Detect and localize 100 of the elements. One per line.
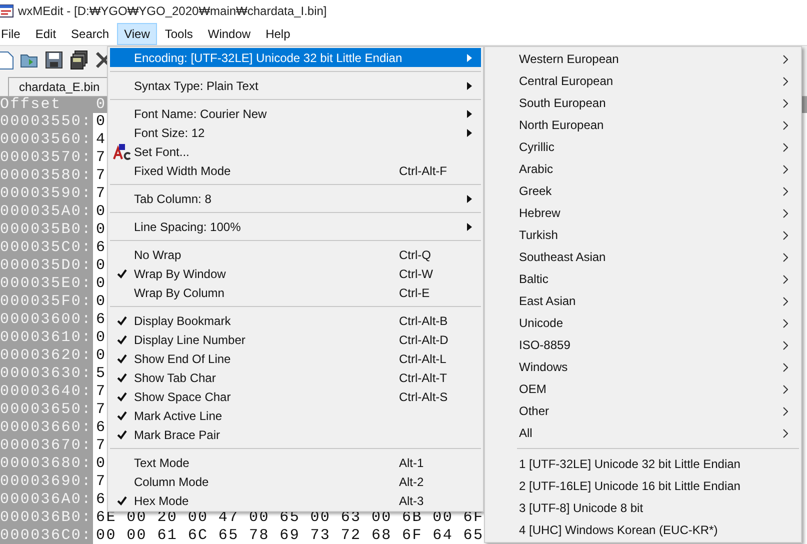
menu-item[interactable]: Fixed Width Mode Ctrl-Alt-F [110, 161, 481, 180]
menu-item[interactable]: Tab Column: 8 [110, 189, 481, 208]
shortcut-label: Ctrl-Alt-B [399, 314, 449, 328]
hex-bytes: 6 [96, 239, 106, 256]
offset-cell: 000035E0: [0, 276, 93, 292]
hex-bytes: 00 00 61 6C 65 78 69 73 72 68 6F 64 65 [96, 527, 484, 544]
menu-item[interactable]: Set Font... [110, 142, 481, 161]
offset-cell: 000035B0: [0, 222, 93, 238]
menu-item[interactable]: Mark Active Line [110, 406, 481, 425]
menu-item[interactable]: Display Line Number Ctrl-Alt-D [110, 330, 481, 349]
offset-cell: 00003590: [0, 186, 93, 202]
shortcut-label: Alt-1 [399, 456, 425, 470]
hex-bytes: 7 [96, 437, 106, 454]
menu-item[interactable]: Hex Mode Alt-3 [110, 491, 481, 510]
offset-cell: 00003620: [0, 348, 93, 364]
menu-item[interactable]: Greek [487, 180, 799, 202]
save-all-icon [69, 50, 89, 70]
offset-cell: 00003560: [0, 132, 93, 148]
menu-item[interactable]: Help [258, 22, 298, 44]
menu-item[interactable]: Window [200, 22, 258, 44]
hex-bytes: 0 [96, 275, 106, 292]
menu-item[interactable]: Font Name: Courier New [110, 104, 481, 123]
menu-item[interactable]: Search [64, 22, 116, 44]
menu-item[interactable]: Western European [487, 48, 799, 70]
menu-item[interactable]: Show End Of Line Ctrl-Alt-L [110, 349, 481, 368]
menu-item[interactable]: ISO-8859 [487, 334, 799, 356]
menu-item[interactable]: Line Spacing: 100% [110, 217, 481, 236]
hex-bytes: 4 [96, 131, 106, 148]
hex-bytes: 7 [96, 401, 106, 418]
offset-cell: 000035F0: [0, 294, 93, 310]
menu-item[interactable]: Encoding: [UTF-32LE] Unicode 32 bit Little Endian [110, 48, 481, 67]
shortcut-label: Alt-2 [399, 474, 425, 488]
offset-cell: 00003610: [0, 330, 93, 346]
menu-item[interactable]: Text Mode Alt-1 [110, 453, 481, 472]
hex-bytes: 6 [96, 311, 106, 328]
menu-item[interactable]: Wrap By Window Ctrl-W [110, 264, 481, 283]
offset-cell: 00003580: [0, 168, 93, 184]
offset-cell: 00003600: [0, 312, 93, 328]
menu-item[interactable]: Edit [28, 22, 64, 44]
menu-item[interactable]: Mark Brace Pair [110, 425, 481, 444]
shortcut-label: Ctrl-Alt-L [399, 352, 448, 366]
hex-bytes: 0 [96, 257, 106, 274]
shortcut-label: Ctrl-W [399, 266, 434, 280]
column-header: 0 [96, 97, 106, 113]
shortcut-label: Alt-3 [399, 494, 425, 508]
menu-item[interactable]: File [0, 22, 28, 44]
menu-item[interactable]: OEM [487, 378, 799, 400]
menu-item[interactable]: 1 [UTF-32LE] Unicode 32 bit Little Endian [487, 453, 799, 475]
offset-cell: 00003640: [0, 384, 93, 400]
offset-cell: 00003550: [0, 114, 93, 130]
menu-item[interactable]: South European [487, 92, 799, 114]
menu-item[interactable]: Tools [158, 22, 200, 44]
hex-bytes: 7 [96, 149, 106, 166]
shortcut-label: Ctrl-E [399, 286, 431, 300]
hex-bytes: 0 [96, 203, 106, 220]
menu-item[interactable]: Central European [487, 70, 799, 92]
menu-item[interactable]: East Asian [487, 290, 799, 312]
offset-cell: 00003570: [0, 150, 93, 166]
shortcut-label: Ctrl-Alt-T [399, 370, 448, 384]
menu-item[interactable]: No Wrap Ctrl-Q [110, 245, 481, 264]
offset-cell: 000036A0: [0, 492, 93, 508]
hex-bytes: 0 [96, 221, 106, 238]
menu-item[interactable]: Show Space Char Ctrl-Alt-S [110, 387, 481, 406]
menu-item[interactable]: North European [487, 114, 799, 136]
menu-item[interactable]: Hebrew [487, 202, 799, 224]
menu-item[interactable]: Windows [487, 356, 799, 378]
hex-bytes: 6 [96, 491, 106, 508]
menu-item[interactable]: Baltic [487, 268, 799, 290]
menu-item[interactable]: Display Bookmark Ctrl-Alt-B [110, 311, 481, 330]
menu-item[interactable]: 4 [UHC] Windows Korean (EUC-KR*) [487, 519, 799, 541]
menu-item[interactable]: Turkish [487, 224, 799, 246]
menu-item[interactable]: Cyrillic [487, 136, 799, 158]
hex-bytes: 0 [96, 113, 106, 130]
offset-cell: 000035C0: [0, 240, 93, 256]
offset-cell: 000035A0: [0, 204, 93, 220]
offset-cell: 000036C0: [0, 528, 93, 544]
offset-cell: 00003630: [0, 366, 93, 382]
menu-item[interactable]: Wrap By Column Ctrl-E [110, 283, 481, 302]
menu-item[interactable]: View [117, 22, 157, 44]
menu-item[interactable]: Unicode [487, 312, 799, 334]
menu-item[interactable]: Southeast Asian [487, 246, 799, 268]
hex-bytes: 0 [96, 347, 106, 364]
new-file-icon [0, 50, 14, 70]
menu-item[interactable]: Show Tab Char Ctrl-Alt-T [110, 368, 481, 387]
menu-item[interactable]: Arabic [487, 158, 799, 180]
menu-item[interactable]: Column Mode Alt-2 [110, 472, 481, 491]
shortcut-label: Ctrl-Q [399, 248, 432, 262]
offset-header: Offset [0, 97, 62, 113]
offset-cell: 000036B0: [0, 510, 93, 526]
menu-item[interactable]: Other [487, 400, 799, 422]
menu-item[interactable]: All [487, 422, 799, 444]
menu-item[interactable]: Font Size: 12 [110, 123, 481, 142]
hex-bytes: 0 [96, 455, 106, 472]
offset-cell: 00003670: [0, 438, 93, 454]
hex-bytes: 7 [96, 383, 106, 400]
menu-item[interactable]: Syntax Type: Plain Text [110, 76, 481, 95]
offset-cell: 000035D0: [0, 258, 93, 274]
menu-item[interactable]: 3 [UTF-8] Unicode 8 bit [487, 497, 799, 519]
menu-item[interactable]: 2 [UTF-16LE] Unicode 16 bit Little Endian [487, 475, 799, 497]
hex-bytes: 7 [96, 185, 106, 202]
